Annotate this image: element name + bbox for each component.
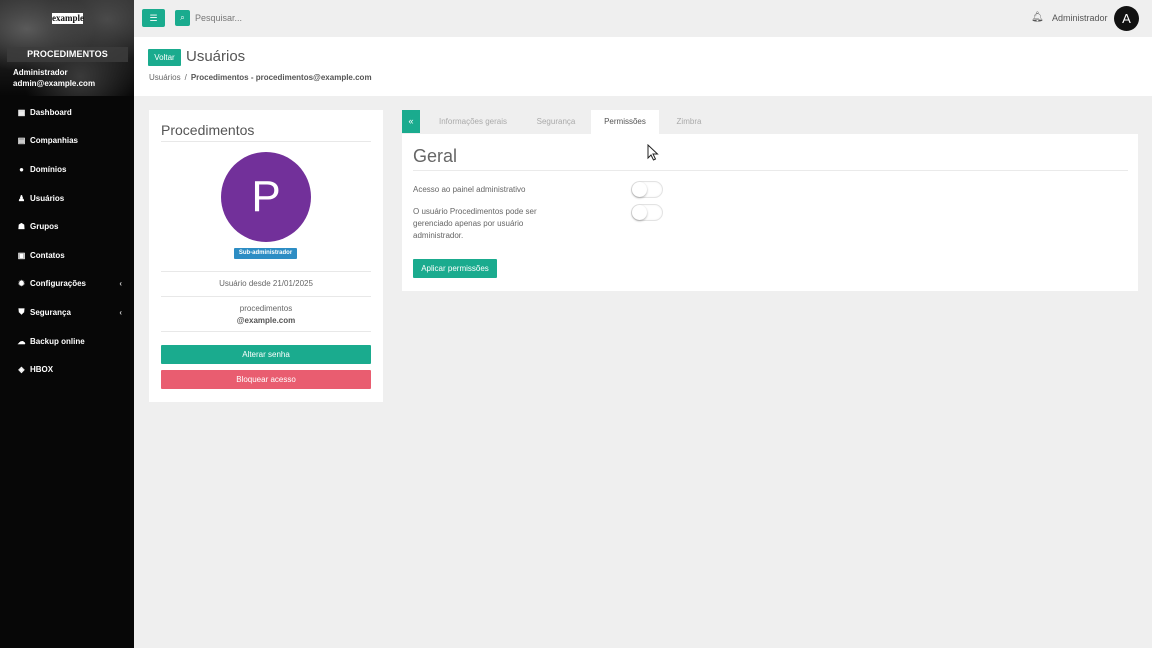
search-input[interactable] (195, 10, 355, 26)
chevron-left-icon: ‹ (119, 279, 122, 289)
sidebar-user-name: Administrador (13, 68, 68, 77)
divider (161, 296, 371, 297)
logo[interactable]: example (52, 13, 84, 24)
user-icon: ♟ (17, 193, 26, 203)
shield-icon: ⛊ (18, 307, 25, 317)
section-title: Geral (413, 146, 458, 166)
cloud-upload-icon: ☁ (17, 336, 26, 346)
admin-name[interactable]: Administrador (1052, 13, 1108, 23)
back-button[interactable]: Voltar (148, 49, 181, 66)
profile-name: Procedimentos (161, 122, 255, 138)
sidebar-item-label: Usuários (30, 193, 65, 203)
role-badge: Sub-administrador (234, 248, 297, 259)
sidebar-item-label: Backup online (30, 336, 85, 346)
user-login: procedimentos (239, 304, 293, 313)
users-icon: ☗ (17, 222, 26, 232)
tab-permissoes[interactable]: Permissões (591, 110, 659, 134)
permission-label-managed-by-admin: O usuário Procedimentos pode ser gerenci… (413, 207, 537, 240)
building-icon: ▤ (17, 136, 26, 146)
breadcrumb: Usuários / Procedimentos - procedimentos@e… (149, 73, 372, 82)
admin-panel-access-toggle[interactable] (631, 181, 663, 198)
sidebar: example PROCEDIMENTOS Administrador admi… (0, 0, 134, 648)
avatar: P (221, 152, 311, 242)
managed-by-admin-toggle[interactable] (631, 204, 663, 221)
sidebar-item-label: Companhias (30, 136, 79, 146)
sidebar-user-info: Administrador admin@example.com (13, 67, 95, 89)
divider (413, 170, 1128, 171)
page-title: Usuários (186, 48, 246, 65)
user-since: Usuário desde 21/01/2025 (219, 279, 313, 288)
cube-icon: ◈ (18, 365, 25, 375)
sidebar-item-label: Configurações (30, 279, 87, 289)
breadcrumb-link-usuarios[interactable]: Usuários (149, 73, 181, 82)
sidebar-item-companhias[interactable]: ▤ Companhias (0, 127, 134, 156)
company-name: PROCEDIMENTOS (7, 47, 128, 62)
tab-zimbra[interactable]: Zimbra (663, 110, 715, 134)
toggle-knob (632, 205, 647, 220)
globe-icon: ● (19, 164, 24, 174)
sidebar-item-dashboard[interactable]: ▦ Dashboard (0, 98, 134, 127)
double-chevron-left-icon: « (408, 116, 414, 126)
search-icon: ⌕ (180, 13, 185, 22)
sidebar-item-dominios[interactable]: ● Domínios (0, 155, 134, 184)
block-access-button[interactable]: Bloquear acesso (161, 370, 371, 389)
divider (161, 271, 371, 272)
gear-icon: ✹ (18, 279, 25, 289)
search-button[interactable]: ⌕ (175, 10, 190, 26)
collapse-panel-button[interactable]: « (402, 110, 420, 133)
tab-seguranca[interactable]: Segurança (524, 110, 588, 134)
tab-informacoes-gerais[interactable]: Informações gerais (425, 110, 521, 134)
toggle-knob (632, 182, 647, 197)
bell-icon[interactable]: 🔔︎ (1031, 12, 1044, 23)
sidebar-menu: ▦ Dashboard ▤ Companhias ● Domínios ♟ Us… (0, 98, 134, 384)
profile-card: Procedimentos P Sub-administrador Usuári… (149, 110, 383, 402)
divider (161, 331, 371, 332)
chevron-left-icon: ‹ (119, 307, 122, 317)
change-password-button[interactable]: Alterar senha (161, 345, 371, 364)
admin-avatar[interactable]: A (1114, 6, 1139, 31)
apply-permissions-button[interactable]: Aplicar permissões (413, 259, 497, 278)
sidebar-item-label: HBOX (30, 365, 54, 375)
page-header: Voltar Usuários Usuários / Procedimentos -… (134, 37, 1152, 96)
top-bar: ☰ ⌕ 🔔︎ Administrador A (134, 0, 1152, 37)
user-domain: @example.com (236, 316, 296, 325)
sidebar-item-backup-online[interactable]: ☁ Backup online (0, 327, 134, 356)
sidebar-item-label: Contatos (30, 250, 65, 260)
address-card-icon: ▣ (17, 250, 26, 260)
sidebar-item-grupos[interactable]: ☗ Grupos (0, 212, 134, 241)
breadcrumb-current: Procedimentos - procedimentos@example.co… (190, 73, 372, 82)
permissions-panel: Geral Acesso ao painel administrativo O … (402, 134, 1138, 291)
sidebar-item-configuracoes[interactable]: ✹ Configurações ‹ (0, 270, 134, 299)
permission-label-admin-panel: Acesso ao painel administrativo (413, 185, 526, 194)
menu-toggle-button[interactable]: ☰ (142, 9, 165, 27)
sidebar-item-label: Domínios (30, 164, 67, 174)
sidebar-item-seguranca[interactable]: ⛊ Segurança ‹ (0, 298, 134, 327)
mouse-cursor-icon (647, 144, 659, 161)
sidebar-item-label: Grupos (30, 222, 59, 232)
sidebar-item-contatos[interactable]: ▣ Contatos (0, 241, 134, 270)
dashboard-icon: ▦ (17, 107, 26, 117)
divider (161, 141, 371, 142)
breadcrumb-separator: / (184, 73, 187, 82)
sidebar-item-hbox[interactable]: ◈ HBOX (0, 355, 134, 384)
sidebar-user-email: admin@example.com (13, 79, 96, 88)
sidebar-item-label: Segurança (30, 307, 71, 317)
sidebar-item-label: Dashboard (30, 107, 72, 117)
sidebar-item-usuarios[interactable]: ♟ Usuários (0, 184, 134, 213)
hamburger-icon: ☰ (149, 13, 158, 23)
